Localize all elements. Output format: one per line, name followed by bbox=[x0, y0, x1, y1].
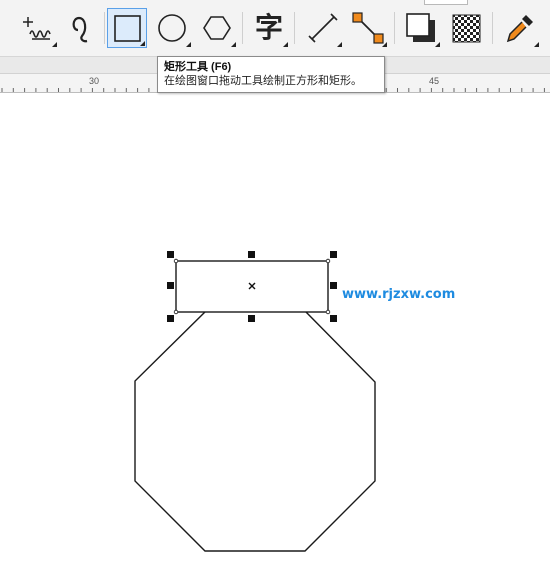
flyout-arrow-icon bbox=[534, 42, 539, 47]
polygon-tool-button[interactable] bbox=[197, 8, 237, 48]
flyout-arrow-icon bbox=[186, 42, 191, 47]
handle-bottom-right[interactable] bbox=[330, 315, 337, 322]
smart-drawing-tool-button[interactable] bbox=[62, 8, 102, 48]
connector-tool-button[interactable] bbox=[348, 8, 388, 48]
handle-bottom-center[interactable] bbox=[248, 315, 255, 322]
drawing-canvas[interactable] bbox=[0, 93, 550, 584]
handle-middle-right[interactable] bbox=[330, 282, 337, 289]
ruler-label: 45 bbox=[429, 76, 440, 86]
toolbox: 字 bbox=[0, 0, 550, 57]
handle-middle-left[interactable] bbox=[167, 282, 174, 289]
toolbar-separator bbox=[104, 12, 105, 44]
handle-bottom-left[interactable] bbox=[167, 315, 174, 322]
corner-node[interactable] bbox=[173, 258, 179, 264]
text-tool-button[interactable]: 字 bbox=[249, 8, 289, 48]
property-field[interactable] bbox=[424, 0, 468, 5]
ruler-label: 30 bbox=[89, 76, 100, 86]
flyout-arrow-icon bbox=[382, 42, 387, 47]
tooltip: 矩形工具 (F6) 在绘图窗口拖动工具绘制正方形和矩形。 bbox=[157, 56, 385, 93]
tooltip-description: 在绘图窗口拖动工具绘制正方形和矩形。 bbox=[164, 75, 362, 87]
toolbar-separator bbox=[294, 12, 295, 44]
handle-top-left[interactable] bbox=[167, 251, 174, 258]
flyout-arrow-icon bbox=[52, 42, 57, 47]
toolbar-separator bbox=[242, 12, 243, 44]
flyout-arrow-icon bbox=[337, 42, 342, 47]
toolbar-separator bbox=[492, 12, 493, 44]
eyedropper-tool-button[interactable] bbox=[500, 8, 540, 48]
flyout-arrow-icon bbox=[283, 42, 288, 47]
transparency-icon bbox=[452, 14, 481, 43]
rectangle-tool-button[interactable] bbox=[107, 8, 147, 48]
transparency-tool-button[interactable] bbox=[446, 8, 486, 48]
octagon-shape[interactable] bbox=[134, 310, 376, 552]
corner-node[interactable] bbox=[325, 258, 331, 264]
flyout-arrow-icon bbox=[140, 41, 145, 46]
ellipse-tool-button[interactable] bbox=[152, 8, 192, 48]
freehand-tool-button[interactable] bbox=[18, 8, 58, 48]
handle-top-right[interactable] bbox=[330, 251, 337, 258]
parallel-dimension-tool-button[interactable] bbox=[303, 8, 343, 48]
handle-top-center[interactable] bbox=[248, 251, 255, 258]
drop-shadow-tool-button[interactable] bbox=[401, 8, 441, 48]
smart-drawing-icon bbox=[72, 16, 88, 43]
tooltip-title: 矩形工具 (F6) bbox=[164, 61, 232, 73]
toolbar-separator bbox=[394, 12, 395, 44]
flyout-arrow-icon bbox=[435, 42, 440, 47]
watermark-text: www.rjzxw.com bbox=[342, 287, 456, 302]
text-icon: 字 bbox=[254, 11, 283, 44]
corner-node[interactable] bbox=[325, 309, 331, 315]
flyout-arrow-icon bbox=[231, 42, 236, 47]
corner-node[interactable] bbox=[173, 309, 179, 315]
